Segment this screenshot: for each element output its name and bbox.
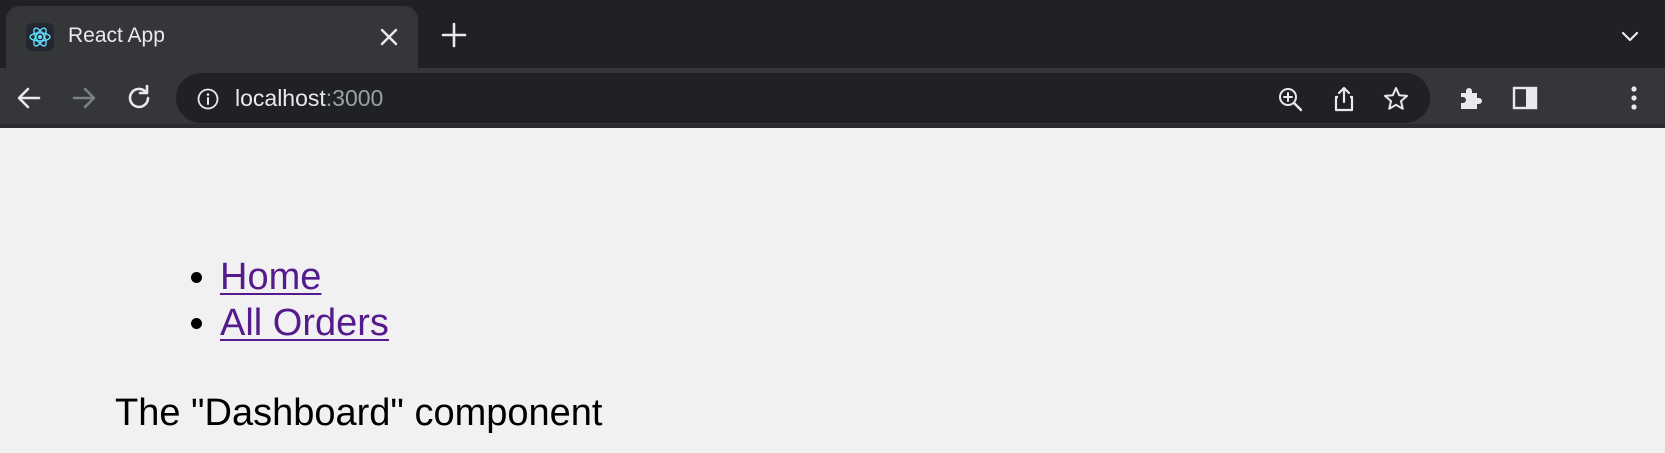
nav-item-home: Home — [220, 254, 389, 300]
url-host: localhost — [235, 85, 326, 111]
dashboard-component-text: The "Dashboard" component — [115, 392, 603, 434]
nav-list: Home All Orders — [180, 254, 389, 346]
forward-arrow-icon[interactable] — [68, 82, 100, 114]
all-orders-link[interactable]: All Orders — [220, 302, 389, 344]
back-arrow-icon[interactable] — [13, 82, 45, 114]
tab-strip: React App — [0, 0, 1665, 68]
bookmark-star-icon[interactable] — [1382, 85, 1410, 113]
url-port: :3000 — [325, 85, 384, 111]
react-logo-icon — [26, 23, 54, 51]
share-icon[interactable] — [1330, 85, 1358, 113]
kebab-menu-icon[interactable] — [1618, 82, 1650, 114]
new-tab-icon[interactable] — [441, 22, 467, 48]
info-icon[interactable] — [196, 87, 220, 111]
home-link[interactable]: Home — [220, 256, 321, 298]
puzzle-icon[interactable] — [1454, 82, 1486, 114]
browser-toolbar: localhost:3000 — [0, 68, 1665, 128]
side-panel-icon[interactable] — [1509, 82, 1541, 114]
reload-icon[interactable] — [123, 82, 155, 114]
tab-react-app[interactable]: React App — [6, 6, 418, 68]
nav-item-all-orders: All Orders — [220, 300, 389, 346]
zoom-icon[interactable] — [1276, 85, 1304, 113]
page-viewport: Home All Orders The "Dashboard" componen… — [0, 128, 1665, 453]
browser-chrome: React App localhost:3000 — [0, 0, 1665, 128]
tab-title: React App — [68, 24, 165, 47]
close-tab-icon[interactable] — [378, 26, 400, 48]
tab-search-chevron-icon[interactable] — [1618, 24, 1642, 48]
url-text: localhost:3000 — [235, 85, 383, 112]
address-bar[interactable]: localhost:3000 — [176, 73, 1430, 123]
